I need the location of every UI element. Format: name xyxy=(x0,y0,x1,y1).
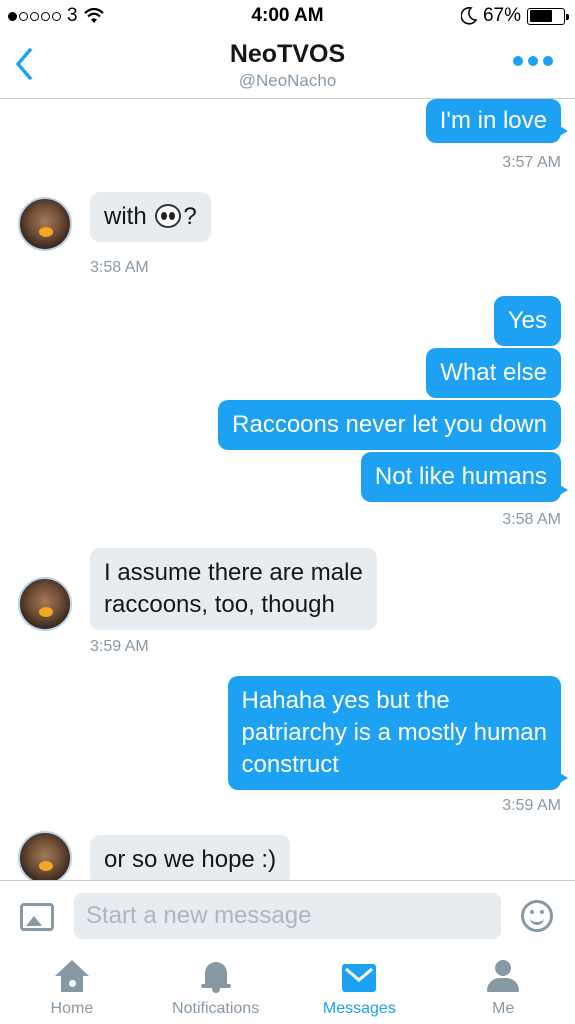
envelope-icon xyxy=(342,964,377,992)
tab-label: Me xyxy=(492,1000,515,1017)
message-bubble-incoming[interactable]: or so we hope :) xyxy=(90,835,291,880)
conversation-handle[interactable]: @NeoNacho xyxy=(0,71,575,91)
message-line: raccoons, too, though xyxy=(104,591,335,618)
tab-messages[interactable]: Messages xyxy=(288,950,432,1024)
message-bubble-outgoing[interactable]: Not like humans xyxy=(360,452,569,502)
message-timestamp: 3:57 AM xyxy=(502,154,561,171)
conversation-title[interactable]: NeoTVOS xyxy=(0,40,575,69)
message-text: with xyxy=(104,203,147,230)
more-options-button[interactable] xyxy=(513,56,553,66)
status-bar: 3 4:00 AM 67% xyxy=(0,0,575,32)
smiley-icon[interactable] xyxy=(521,900,553,932)
status-right: 67% xyxy=(460,5,569,27)
tab-bar: Home Notifications Messages Me xyxy=(0,950,575,1024)
tab-me[interactable]: Me xyxy=(431,950,575,1024)
message-bubble-outgoing[interactable]: What else xyxy=(426,348,561,398)
bell-icon xyxy=(200,960,232,994)
message-line: I assume there are male xyxy=(104,559,363,586)
message-bubble-outgoing[interactable]: Hahaha yes but the patriarchy is a mostl… xyxy=(227,676,569,790)
message-composer xyxy=(0,880,575,950)
message-bubble-incoming[interactable]: I assume there are male raccoons, too, t… xyxy=(90,548,377,630)
avatar[interactable] xyxy=(18,831,72,880)
conversation-header: NeoTVOS @NeoNacho xyxy=(0,32,575,99)
more-dot xyxy=(513,56,523,66)
battery-icon xyxy=(527,7,569,25)
message-timestamp: 3:58 AM xyxy=(90,259,149,276)
avatar[interactable] xyxy=(18,197,72,251)
battery-level xyxy=(529,10,552,22)
tab-label: Messages xyxy=(322,1000,396,1017)
message-bubble-incoming[interactable]: with ? xyxy=(90,192,211,242)
image-attach-icon[interactable] xyxy=(20,903,54,931)
avatar[interactable] xyxy=(18,577,72,631)
message-input[interactable] xyxy=(74,893,501,939)
moon-icon xyxy=(460,7,477,25)
message-line: patriarchy is a mostly human xyxy=(241,719,547,746)
tab-notifications[interactable]: Notifications xyxy=(144,950,288,1024)
message-line: Hahaha yes but the xyxy=(241,687,450,714)
message-line: construct xyxy=(241,751,339,778)
more-dot xyxy=(528,56,538,66)
message-thread[interactable]: I'm in love 3:57 AM with ? 3:58 AM Yes W… xyxy=(0,99,575,880)
tab-home[interactable]: Home xyxy=(0,950,144,1024)
message-bubble-outgoing[interactable]: I'm in love xyxy=(425,99,569,143)
more-dot xyxy=(543,56,553,66)
message-bubble-outgoing[interactable]: Yes xyxy=(493,296,561,346)
message-timestamp: 3:59 AM xyxy=(502,797,561,814)
message-timestamp: 3:59 AM xyxy=(90,638,149,655)
home-icon xyxy=(54,960,89,994)
battery-percent: 67% xyxy=(482,5,521,26)
tab-label: Home xyxy=(50,1000,94,1017)
panda-face-icon xyxy=(155,204,182,228)
message-bubble-outgoing[interactable]: Raccoons never let you down xyxy=(218,400,561,450)
message-text-suffix: ? xyxy=(183,203,197,230)
tab-label: Notifications xyxy=(172,1000,260,1017)
message-timestamp: 3:58 AM xyxy=(502,511,561,528)
person-icon xyxy=(486,960,520,994)
